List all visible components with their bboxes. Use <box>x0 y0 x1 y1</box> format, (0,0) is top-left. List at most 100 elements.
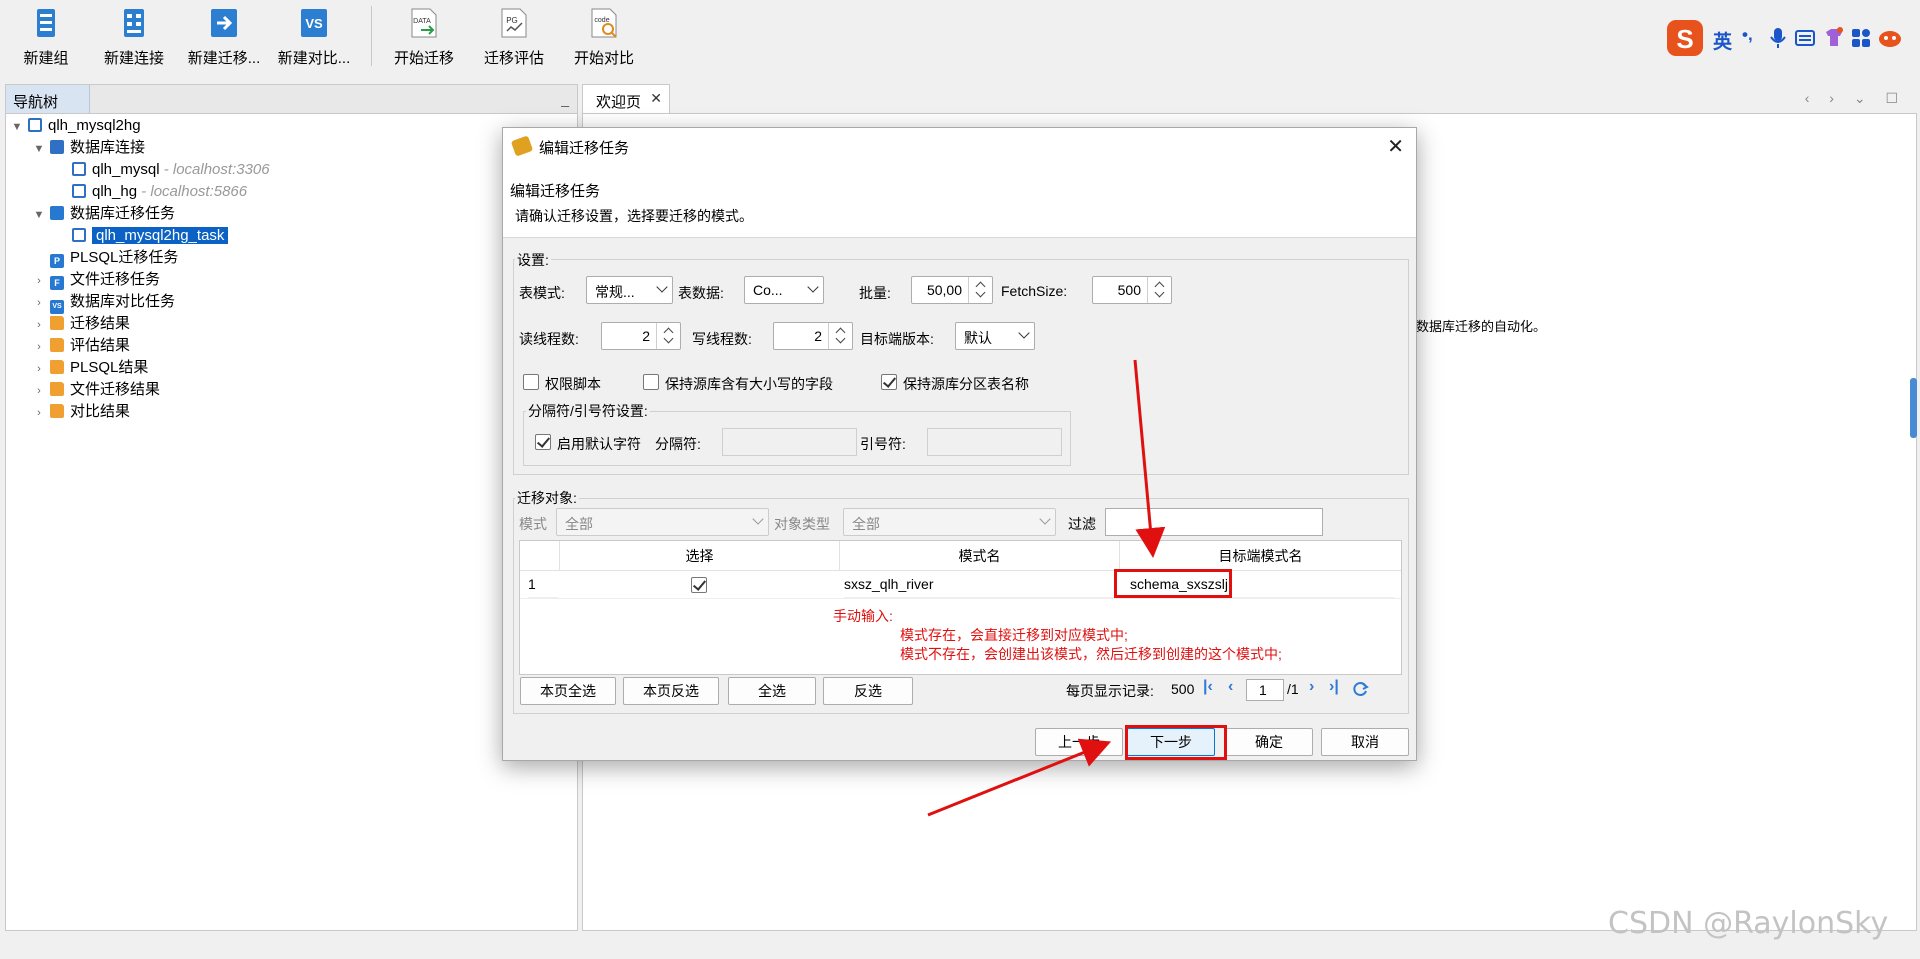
privilege-script-checkbox[interactable] <box>523 374 539 390</box>
expand-arrow-icon[interactable]: › <box>32 402 46 424</box>
delimiter-group-label: 分隔符/引号符设置: <box>526 401 650 421</box>
migration-assessment-button[interactable]: PG 迁移评估 <box>468 6 560 72</box>
filter-input[interactable] <box>1105 508 1323 536</box>
vertical-scrollbar-thumb[interactable] <box>1910 378 1917 438</box>
expand-arrow-icon[interactable]: › <box>32 270 46 292</box>
minimize-panel-button[interactable]: _ <box>561 91 569 107</box>
last-page-icon[interactable]: ›| <box>1329 678 1339 696</box>
stepper-buttons[interactable] <box>828 323 852 349</box>
start-migration-button[interactable]: DATA 开始迁移 <box>378 6 470 72</box>
expand-arrow-icon[interactable]: › <box>32 380 46 402</box>
keep-case-checkbox[interactable] <box>643 374 659 390</box>
tree-node-db-connections[interactable]: ▼ 数据库连接 <box>32 137 145 159</box>
start-compare-button[interactable]: code 开始对比 <box>558 6 650 72</box>
ime-lang-toggle[interactable]: 英 <box>1713 27 1732 54</box>
write-threads-stepper[interactable]: 2 <box>773 322 853 350</box>
ok-button[interactable]: 确定 <box>1225 728 1313 756</box>
new-migration-label: 新建迁移... <box>187 50 261 67</box>
toolbar-separator <box>371 6 372 66</box>
migration-task-icon <box>50 206 64 220</box>
tree-node-label: qlh_mysql <box>92 161 160 178</box>
editor-nav-controls[interactable]: ‹ › ⌄ ☐ <box>1805 90 1906 107</box>
toolbox-grid-icon[interactable] <box>1851 28 1871 48</box>
tree-node-conn-qlh-mysql[interactable]: qlh_mysql - localhost:3306 <box>68 159 270 181</box>
tree-node-root[interactable]: ▼ qlh_mysql2hg <box>10 115 141 137</box>
new-group-button[interactable]: 新建组 <box>0 6 92 72</box>
tree-node-task-selected[interactable]: qlh_mysql2hg_task <box>68 225 229 247</box>
chevron-down-icon <box>1039 513 1051 525</box>
select-all-button[interactable]: 全选 <box>728 677 816 705</box>
close-dialog-icon[interactable]: ✕ <box>1387 134 1404 159</box>
previous-page-icon[interactable]: ‹ <box>1228 678 1233 696</box>
new-compare-button[interactable]: VS 新建对比... <box>268 6 360 72</box>
tree-node-migration-results[interactable]: › 迁移结果 <box>32 313 130 335</box>
object-type-select[interactable]: 全部 <box>843 508 1056 536</box>
expand-arrow-icon[interactable]: › <box>32 314 46 336</box>
refresh-icon[interactable] <box>1353 681 1369 697</box>
tree-node-migration-tasks[interactable]: ▼ 数据库迁移任务 <box>32 203 175 225</box>
read-threads-stepper[interactable]: 2 <box>601 322 681 350</box>
delimiter-input[interactable] <box>722 428 857 456</box>
new-connection-button[interactable]: 新建连接 <box>88 6 180 72</box>
tree-node-conn-qlh-hg[interactable]: qlh_hg - localhost:5866 <box>68 181 247 203</box>
tab-welcome[interactable]: 欢迎页 ✕ <box>582 84 670 113</box>
default-char-checkbox[interactable] <box>535 434 551 450</box>
stepper-buttons[interactable] <box>656 323 680 349</box>
first-page-icon[interactable]: |‹ <box>1203 678 1213 696</box>
fetchsize-stepper[interactable]: 500 <box>1092 276 1172 304</box>
expand-arrow-icon[interactable]: › <box>32 336 46 358</box>
quote-input[interactable] <box>927 428 1062 456</box>
collapse-arrow-icon[interactable]: ▼ <box>10 116 24 138</box>
table-data-select[interactable]: Co... <box>744 276 824 304</box>
tree-node-compare-tasks[interactable]: › VS 数据库对比任务 <box>32 291 175 314</box>
tree-node-assessment-results[interactable]: › 评估结果 <box>32 335 130 357</box>
start-compare-label: 开始对比 <box>573 50 634 67</box>
next-page-icon[interactable]: › <box>1309 678 1314 696</box>
schema-filter-select[interactable]: 全部 <box>556 508 769 536</box>
tree-node-label: 文件迁移结果 <box>70 381 161 398</box>
page-select-all-button[interactable]: 本页全选 <box>520 677 616 705</box>
stepper-buttons[interactable] <box>968 277 992 303</box>
batch-stepper[interactable]: 50,00 <box>911 276 993 304</box>
tree-node-plsql-results[interactable]: › PLSQL结果 <box>32 357 148 379</box>
tree-node-compare-results[interactable]: › 对比结果 <box>32 401 130 423</box>
collapse-arrow-icon[interactable]: ▼ <box>32 204 46 226</box>
close-tab-icon[interactable]: ✕ <box>650 90 662 107</box>
navigation-tree-panel: 导航树 _ ▼ qlh_mysql2hg ▼ 数据库连接 qlh_mysql - l… <box>5 84 578 931</box>
database-icon <box>72 184 86 198</box>
previous-step-button[interactable]: 上一步 <box>1035 728 1123 756</box>
table-header-schema[interactable]: 模式名 <box>840 541 1120 571</box>
tree-node-file-results[interactable]: › 文件迁移结果 <box>32 379 160 401</box>
skin-shirt-icon[interactable] <box>1823 26 1845 48</box>
keyboard-icon[interactable] <box>1795 29 1815 47</box>
stepper-buttons[interactable] <box>1147 277 1171 303</box>
table-header-target-schema[interactable]: 目标端模式名 <box>1120 541 1401 571</box>
microphone-icon[interactable] <box>1769 27 1787 49</box>
collapse-arrow-icon[interactable]: ▼ <box>32 138 46 160</box>
row-select-checkbox[interactable] <box>691 577 707 593</box>
table-header-select[interactable]: 选择 <box>560 541 840 571</box>
sogou-mascot-icon[interactable] <box>1877 27 1903 49</box>
tree-node-file-tasks[interactable]: › F 文件迁移任务 <box>32 269 160 291</box>
target-version-value: 默认 <box>964 330 992 346</box>
keep-partition-checkbox[interactable] <box>881 374 897 390</box>
table-data-value: Co... <box>753 282 783 298</box>
cancel-button[interactable]: 取消 <box>1321 728 1409 756</box>
expand-arrow-icon[interactable]: › <box>32 292 46 314</box>
sogou-logo-icon[interactable]: S <box>1665 18 1705 58</box>
tree-node-label: qlh_mysql2hg <box>48 117 141 134</box>
new-migration-button[interactable]: 新建迁移... <box>178 6 270 72</box>
target-version-select[interactable]: 默认 <box>955 322 1035 350</box>
invert-selection-button[interactable]: 反选 <box>823 677 913 705</box>
page-invert-button[interactable]: 本页反选 <box>623 677 719 705</box>
tree-node-plsql-tasks[interactable]: P PLSQL迁移任务 <box>46 247 178 269</box>
current-page-input[interactable]: 1 <box>1246 679 1284 701</box>
read-threads-value: 2 <box>642 328 650 344</box>
table-mode-select[interactable]: 常规... <box>586 276 673 304</box>
settings-group-label: 设置: <box>515 250 551 270</box>
ime-punct-toggle[interactable]: •, <box>1742 25 1753 45</box>
expand-arrow-icon[interactable]: › <box>32 358 46 380</box>
migration-assessment-label: 迁移评估 <box>483 50 544 67</box>
connection-host: - localhost:3306 <box>163 161 270 178</box>
tab-navigation-tree[interactable]: 导航树 <box>6 85 90 113</box>
